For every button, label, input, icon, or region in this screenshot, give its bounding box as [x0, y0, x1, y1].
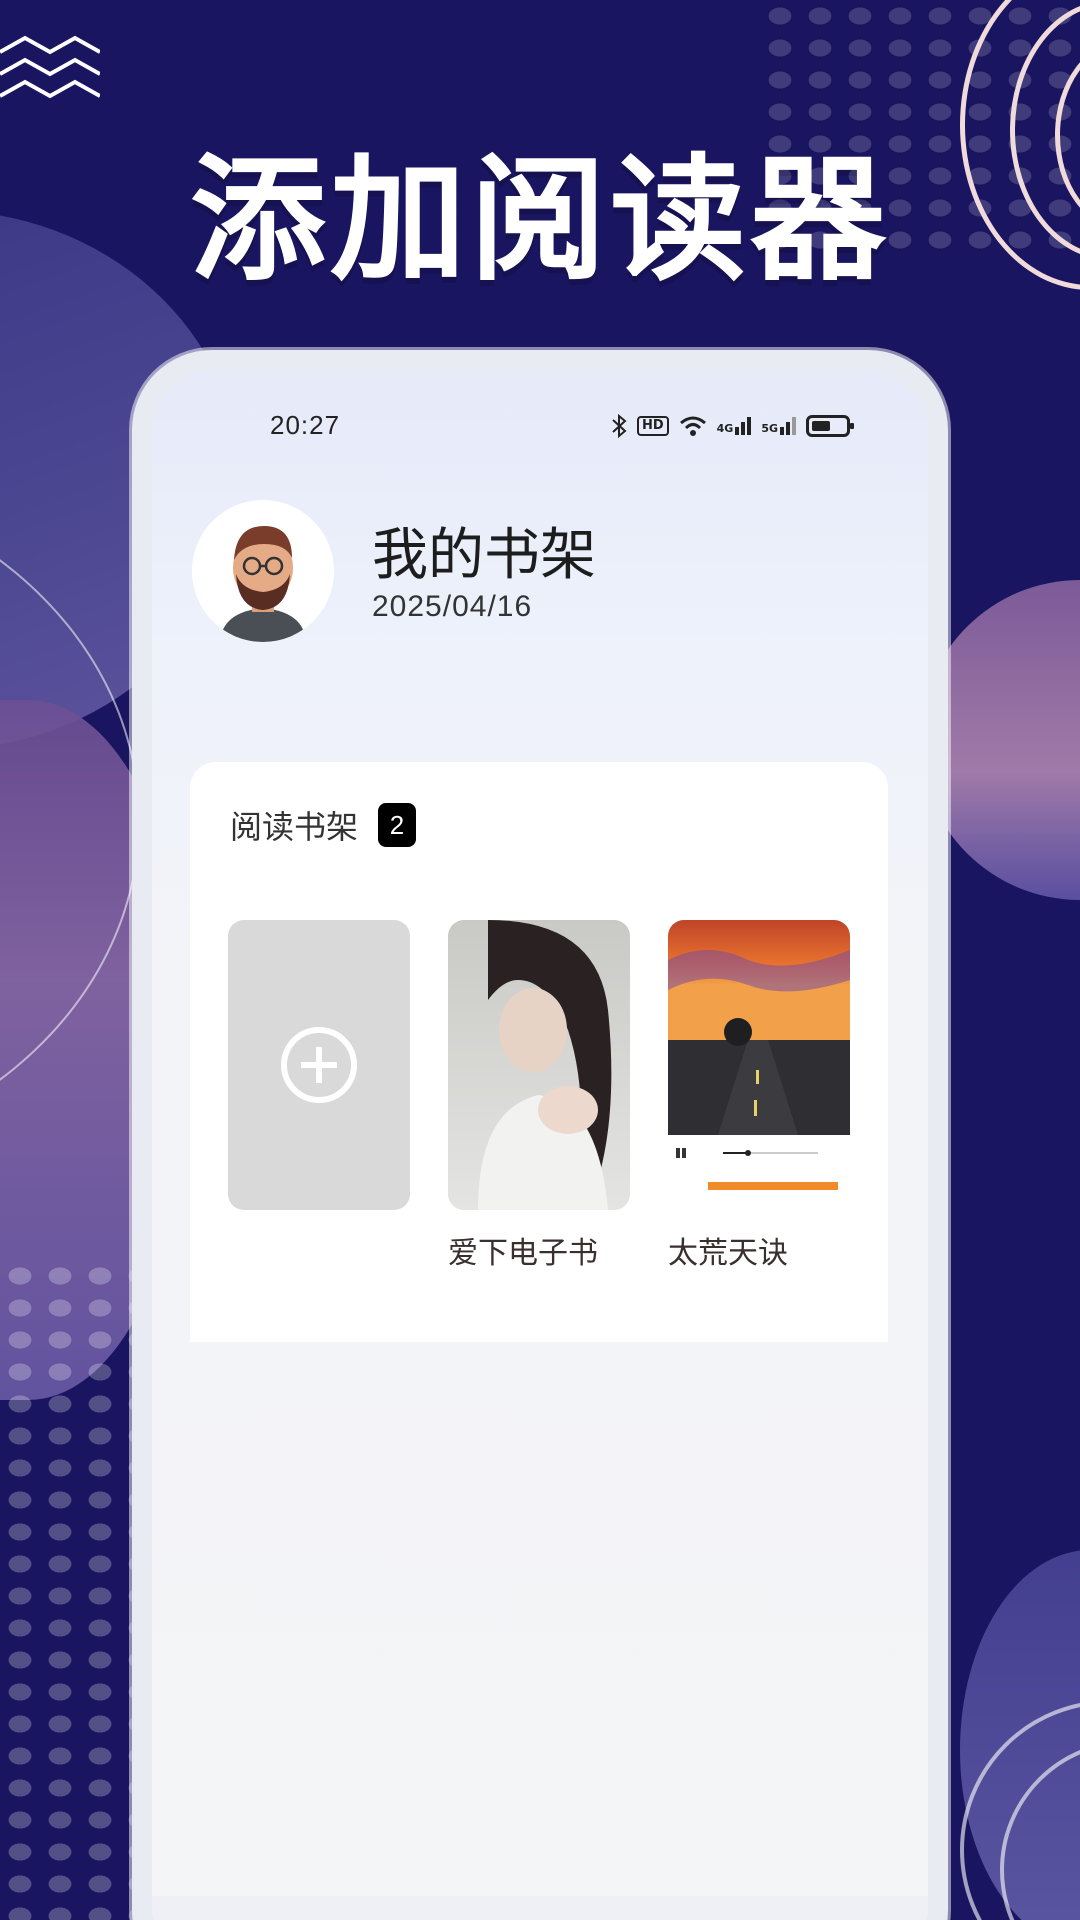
- promo-headline: 添加阅读器: [190, 142, 890, 300]
- status-bar: 20:27 HD 4G 5G: [152, 410, 928, 450]
- signal-5g-icon: 5G: [761, 417, 796, 435]
- battery-icon: [806, 415, 854, 437]
- bottom-navigation: [152, 1896, 928, 1920]
- profile-header: 我的书架 2025/04/16: [192, 500, 892, 650]
- date-label: 2025/04/16: [372, 590, 533, 623]
- card-title: 阅读书架: [230, 808, 359, 846]
- bluetooth-icon: [612, 414, 627, 438]
- book-cover-image: [448, 920, 630, 1210]
- add-book-button[interactable]: [228, 920, 410, 1272]
- avatar-illustration: [192, 500, 334, 642]
- hd-icon: HD: [636, 416, 669, 436]
- book-title: 太荒天诀: [668, 1236, 788, 1271]
- add-book-cover[interactable]: [228, 920, 410, 1210]
- nav-book[interactable]: [615, 1916, 659, 1920]
- card-header: 阅读书架 2: [230, 802, 417, 848]
- phone-screen: 20:27 HD 4G 5G 我的书架 2025/04/16 阅读书架 2 爱下…: [152, 370, 928, 1920]
- book-icon: [615, 1916, 659, 1920]
- nav-profile[interactable]: [809, 1916, 853, 1920]
- nav-home[interactable]: [227, 1916, 271, 1920]
- decorative-arcs: [940, 1700, 1080, 1920]
- profile-icon: [809, 1916, 853, 1920]
- book-item[interactable]: 爱下电子书: [448, 920, 630, 1272]
- bookshelf-icon: [421, 1916, 465, 1920]
- page-title: 我的书架: [372, 523, 596, 588]
- book-cover-sunset[interactable]: [668, 920, 850, 1210]
- book-title: 爱下电子书: [448, 1236, 598, 1271]
- count-badge: 2: [378, 803, 417, 847]
- signal-4g-icon: 4G: [717, 417, 752, 435]
- reading-shelf-card: 阅读书架 2 爱下电子书 太荒天诀: [190, 762, 888, 1342]
- avatar[interactable]: [192, 500, 334, 642]
- phone-frame: 20:27 HD 4G 5G 我的书架 2025/04/16 阅读书架 2 爱下…: [132, 350, 948, 1920]
- book-cover-image: [668, 920, 850, 1210]
- book-item[interactable]: 太荒天诀: [668, 920, 850, 1272]
- status-icons: HD 4G 5G: [611, 414, 854, 438]
- book-cover-portrait[interactable]: [448, 920, 630, 1210]
- add-circle-icon: [281, 1027, 357, 1103]
- nav-bookshelf[interactable]: [421, 1916, 465, 1920]
- home-icon: [227, 1916, 271, 1920]
- dot-pattern: [0, 1260, 150, 1920]
- book-list: 爱下电子书 太荒天诀: [228, 920, 850, 1272]
- wifi-icon: [679, 416, 706, 436]
- wave-icon: [0, 35, 100, 99]
- status-time: 20:27: [270, 410, 341, 440]
